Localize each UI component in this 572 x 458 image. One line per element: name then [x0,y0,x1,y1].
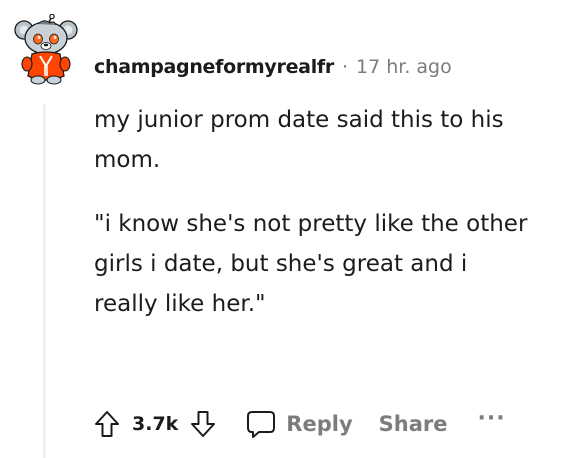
share-button[interactable]: Share [379,412,448,436]
comment-body: my junior prom date said this to his mom… [94,100,534,348]
arrow-down-icon [191,411,216,437]
username-link[interactable]: champagneformyrealfr [94,56,334,78]
downvote-button[interactable] [190,410,216,438]
more-options-button[interactable]: ··· [478,408,506,434]
timestamp[interactable]: 17 hr. ago [356,56,452,78]
reply-label: Reply [286,412,353,436]
upvote-button[interactable] [94,410,120,438]
reply-button[interactable]: Reply [246,409,353,439]
user-avatar[interactable] [14,14,78,88]
comment-actions: 3.7k Reply Share ··· [94,404,554,444]
thread-collapse-line[interactable] [43,104,46,458]
comment-paragraph: "i know she's not pretty like the other … [94,211,528,317]
speech-bubble-icon [247,411,276,438]
comment-header: champagneformyrealfr · 17 hr. ago [94,52,452,82]
comment-paragraph: my junior prom date said this to his mom… [94,107,504,173]
arrow-up-icon [95,411,119,437]
meta-separator: · [341,56,348,78]
vote-count: 3.7k [132,413,179,435]
